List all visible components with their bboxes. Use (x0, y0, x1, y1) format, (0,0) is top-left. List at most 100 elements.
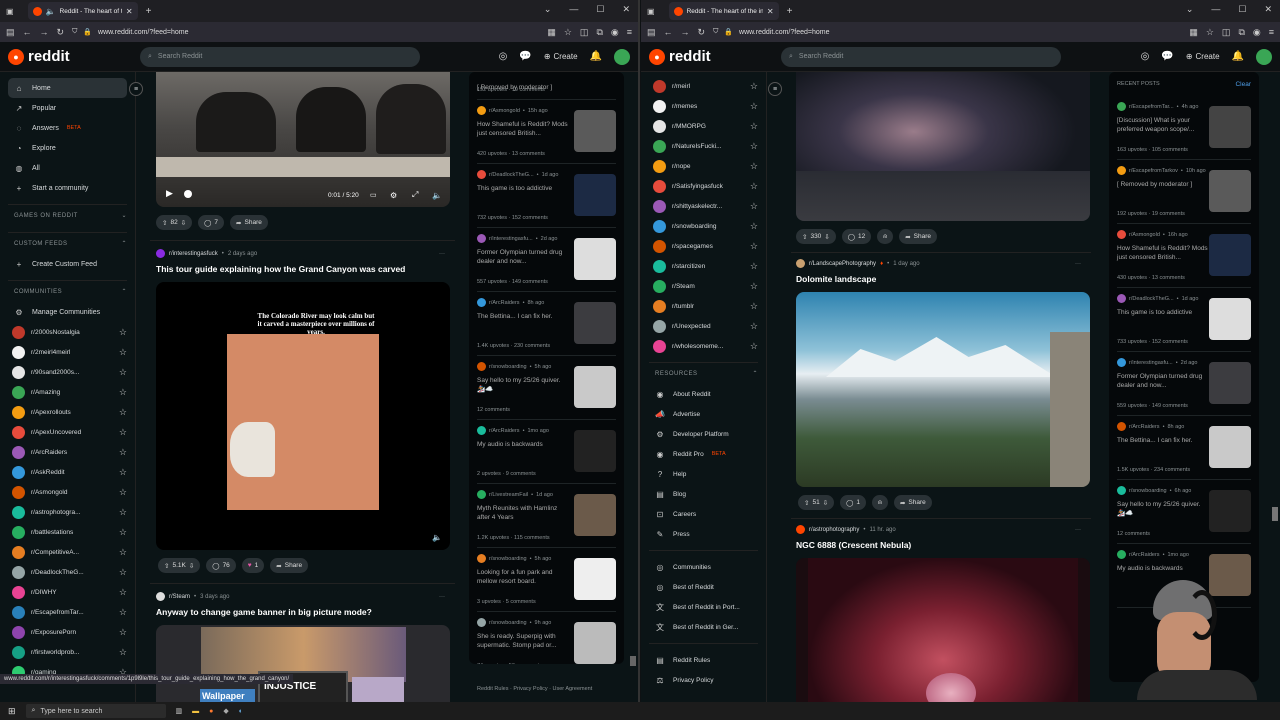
community-item[interactable]: r/2meirl4meirl ☆ (8, 342, 127, 362)
post-card[interactable]: r/astrophotography • 11 hr. ago ··· NGC 688… (791, 525, 1091, 702)
star-icon[interactable]: ☆ (750, 321, 758, 332)
recent-post-item[interactable]: r/snowboarding • 5h ago Say hello to my 25/… (477, 356, 616, 420)
community-item[interactable]: r/90sand2000s... ☆ (8, 362, 127, 382)
downvote-icon[interactable]: ⇩ (823, 499, 828, 507)
subreddit-name[interactable]: r/LandscapePhotography (809, 261, 876, 267)
close-window-icon[interactable]: ✕ (622, 4, 630, 15)
star-icon[interactable]: ☆ (119, 527, 127, 538)
new-tab-icon[interactable]: + (146, 6, 152, 17)
star-icon[interactable]: ☆ (119, 567, 127, 578)
reddit-logo[interactable]: ● reddit (649, 48, 781, 65)
comments-button[interactable]: ◯ 76 (206, 558, 236, 573)
create-button[interactable]: ⊕ Create (1186, 52, 1220, 61)
minimize-icon[interactable]: — (1211, 4, 1220, 15)
post-image[interactable] (796, 292, 1090, 487)
resource-link[interactable]: ⚙ Developer Platform (649, 424, 758, 444)
resource-link[interactable]: ▤ Reddit Rules (649, 650, 758, 670)
community-item[interactable]: r/nope ☆ (649, 156, 758, 176)
section-resources[interactable]: RESOURCES ⌃ (649, 362, 758, 384)
dropdown-icon[interactable]: ⌄ (544, 4, 552, 15)
resource-link[interactable]: ◎ Communities (649, 557, 758, 577)
community-item[interactable]: r/Steam ☆ (649, 276, 758, 296)
task-view-icon[interactable]: ▥ (176, 707, 183, 715)
upvote-icon[interactable]: ⇧ (164, 562, 169, 570)
community-item[interactable]: r/EscapefromTar... ☆ (8, 602, 127, 622)
star-icon[interactable]: ☆ (750, 341, 758, 352)
volume-icon[interactable]: 🔈 (432, 533, 442, 542)
star-icon[interactable]: ☆ (119, 427, 127, 438)
search-input[interactable]: ⌕ Search Reddit (781, 46, 1061, 67)
community-item[interactable]: r/memes ☆ (649, 96, 758, 116)
star-icon[interactable]: ☆ (119, 347, 127, 358)
vote-control[interactable]: ⇧ 82 ⇩ (156, 215, 193, 230)
star-icon[interactable]: ☆ (119, 407, 127, 418)
star-icon[interactable]: ☆ (750, 81, 758, 92)
create-button[interactable]: ⊕ Create (544, 52, 578, 61)
community-item[interactable]: r/tumblr ☆ (649, 296, 758, 316)
community-item[interactable]: r/battlestations ☆ (8, 522, 127, 542)
more-icon[interactable]: ··· (439, 594, 445, 600)
clear-button[interactable]: Clear (1235, 81, 1251, 88)
community-item[interactable]: r/Satisfyingasfuck ☆ (649, 176, 758, 196)
star-icon[interactable]: ☆ (119, 467, 127, 478)
resource-link[interactable]: ▤ Blog (649, 484, 758, 504)
vote-control[interactable]: ⇧ 330 ⇩ (796, 229, 836, 244)
section-games[interactable]: GAMES ON REDDIT ⌄ (8, 204, 127, 226)
recent-post-item[interactable]: r/Asmongold • 15h ago How Shameful is Reddi… (477, 100, 616, 164)
community-item[interactable]: r/shittyaskelectr... ☆ (649, 196, 758, 216)
post-card[interactable]: r/interestingasfuck • 2 days ago ··· This t… (150, 249, 455, 573)
recent-post-item[interactable]: r/interestingasfu... • 2d ago Former Olympi… (477, 228, 616, 292)
ad-icon[interactable]: ◎ (1141, 51, 1150, 62)
community-item[interactable]: r/MMORPG ☆ (649, 116, 758, 136)
sidebar-item-popular[interactable]: ↗ Popular (8, 98, 127, 118)
footer-links[interactable]: Reddit Rules · Privacy Policy · User Agr… (477, 686, 592, 692)
steam-icon[interactable]: ◐ (239, 708, 243, 715)
maximize-icon[interactable]: ☐ (596, 4, 604, 15)
maximize-icon[interactable]: ☐ (1238, 4, 1246, 15)
comments-button[interactable]: ◯ 1 (840, 495, 867, 510)
subreddit-name[interactable]: r/astrophotography (809, 527, 859, 533)
pocket-icon[interactable]: ◫ (1222, 27, 1231, 38)
volume-icon[interactable]: 🔈 (432, 191, 442, 200)
star-icon[interactable]: ☆ (750, 261, 758, 272)
recent-post-item[interactable]: [ Removed by moderator ] 192 upvotes · 19… (477, 72, 616, 100)
star-icon[interactable]: ☆ (750, 181, 758, 192)
star-icon[interactable]: ☆ (119, 387, 127, 398)
star-icon[interactable]: ☆ (119, 487, 127, 498)
post-card[interactable]: r/Steam • 3 days ago ··· Anyway to change g… (150, 592, 455, 702)
recent-post-item[interactable]: r/EscapefromTarkov • 10h ago[ Removed by m… (1117, 160, 1251, 224)
collapse-sidebar-icon[interactable]: ≡ (768, 82, 782, 96)
award-button[interactable]: ⍝ (877, 229, 894, 244)
community-item[interactable]: r/snowboarding ☆ (649, 216, 758, 236)
play-icon[interactable]: ▶ (166, 188, 173, 199)
manage-communities[interactable]: ⚙ Manage Communities (8, 302, 127, 322)
star-icon[interactable]: ☆ (750, 221, 758, 232)
star-icon[interactable]: ☆ (119, 607, 127, 618)
star-icon[interactable]: ☆ (119, 587, 127, 598)
community-item[interactable]: r/astrophotogra... ☆ (8, 502, 127, 522)
close-window-icon[interactable]: ✕ (1264, 4, 1272, 15)
back-icon[interactable]: ← (23, 27, 32, 37)
star-icon[interactable]: ☆ (750, 101, 758, 112)
menu-icon[interactable]: ≡ (1269, 27, 1274, 37)
recent-post-item[interactable]: r/snowboarding • 6h ago Say hello to my 25/… (1117, 480, 1251, 544)
dropdown-icon[interactable]: ⌄ (1186, 4, 1194, 15)
recent-post-item[interactable]: r/EscapefromTar... • 4h ago [Discussion] Wh… (1117, 96, 1251, 160)
vote-control[interactable]: ⇧ 51 ⇩ (798, 495, 835, 510)
menu-icon[interactable]: ≡ (627, 27, 632, 37)
downvote-icon[interactable]: ⇩ (189, 562, 194, 570)
community-item[interactable]: r/CompetitiveA... ☆ (8, 542, 127, 562)
star-icon[interactable]: ☆ (119, 367, 127, 378)
star-icon[interactable]: ☆ (750, 201, 758, 212)
community-item[interactable]: r/ExposurePorn ☆ (8, 622, 127, 642)
extensions-icon[interactable]: ⧉ (1238, 27, 1244, 38)
community-item[interactable]: r/NatureIsFucki... ☆ (649, 136, 758, 156)
account-icon[interactable]: ◉ (611, 27, 619, 38)
community-item[interactable]: r/AskReddit ☆ (8, 462, 127, 482)
taskbar-search[interactable]: ⌕ Type here to search (25, 704, 166, 718)
close-tab-icon[interactable]: ✕ (126, 7, 133, 16)
sidebar-toggle-icon[interactable]: ▤ (6, 27, 15, 38)
vote-control[interactable]: ⇧ 5.1K ⇩ (158, 558, 201, 573)
bookmark-icon[interactable]: ☆ (1206, 27, 1214, 38)
resource-link[interactable]: ◉ Reddit Pro BETA (649, 444, 758, 464)
